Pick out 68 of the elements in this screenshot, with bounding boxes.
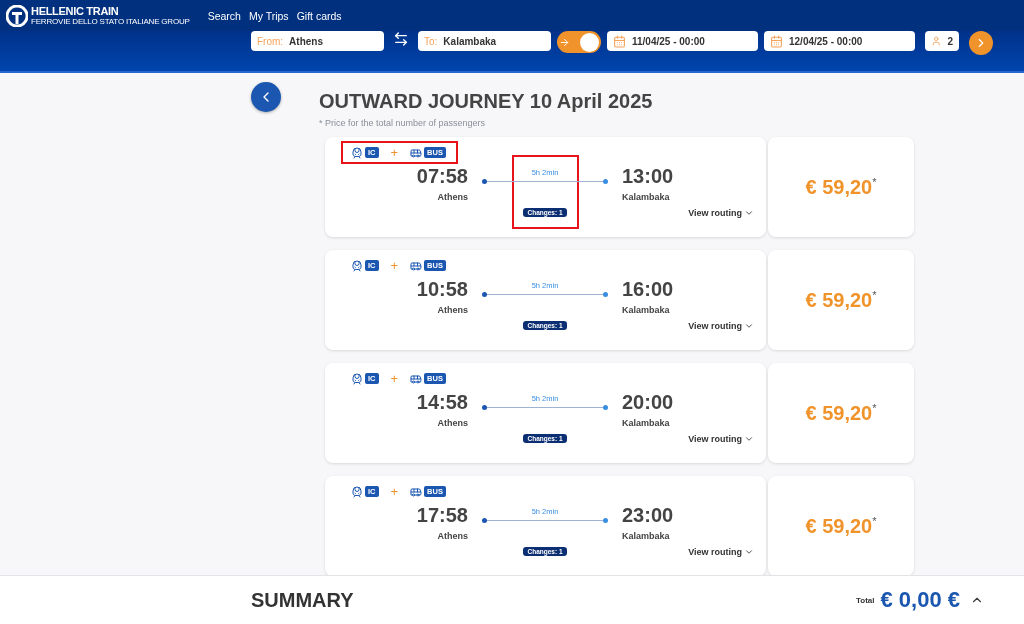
return-toggle[interactable] (557, 31, 601, 53)
arrival-station: Kalambaka (622, 305, 670, 315)
page-title: OUTWARD JOURNEY 10 April 2025 (319, 90, 654, 113)
to-field[interactable]: To: Kalambaka (418, 31, 551, 51)
bus-icon (410, 259, 423, 272)
arrival-station: Kalambaka (622, 418, 670, 428)
departure-station: Athens (437, 531, 468, 541)
price-note: * Price for the total number of passengers (319, 118, 487, 128)
nav-link[interactable]: My Trips (248, 9, 289, 22)
price-card[interactable]: € 59,20* (768, 137, 914, 237)
bus-icon (410, 146, 423, 159)
from-field[interactable]: From: Athens (251, 31, 384, 51)
calendar-icon (613, 34, 626, 48)
departure-time: 14:58 (416, 390, 468, 414)
summary-title: SUMMARY (251, 588, 355, 612)
logo-text: HELLENIC TRAIN (31, 5, 120, 17)
plus-sign: + (390, 258, 399, 273)
price: € 59,20* (805, 514, 877, 538)
calendar-icon (770, 34, 783, 48)
chevron-down-icon (744, 434, 754, 444)
arrow-right-icon (559, 36, 570, 48)
arrival-station: Kalambaka (622, 531, 670, 541)
departure-time: 17:58 (416, 503, 468, 527)
chevron-down-icon (744, 547, 754, 557)
train-icon (351, 485, 363, 498)
departure-station: Athens (437, 192, 468, 202)
train-icon (351, 259, 363, 272)
return-date-field[interactable]: 12/04/25 - 00:00 (764, 31, 915, 51)
price-card[interactable]: € 59,20* (768, 476, 914, 575)
price: € 59,20* (805, 288, 877, 312)
plus-sign: + (390, 371, 399, 386)
departure-station: Athens (437, 305, 468, 315)
plus-sign: + (390, 484, 399, 499)
swap-icon[interactable] (393, 31, 409, 47)
total-amount: € 0,00 € (880, 587, 960, 613)
view-routing-link[interactable]: View routing (688, 434, 754, 444)
person-icon (931, 35, 942, 47)
nav-link[interactable]: Search (207, 9, 241, 22)
back-button[interactable] (251, 82, 281, 112)
train-icon (351, 372, 363, 385)
price-card[interactable]: € 59,20* (768, 250, 914, 350)
price-card[interactable]: € 59,20* (768, 363, 914, 463)
arrival-station: Kalambaka (622, 192, 670, 202)
logo-subtitle: FERROVIE DELLO STATO ITALIANE GROUP (31, 17, 190, 26)
logo-icon (6, 4, 28, 27)
arrival-time: 16:00 (622, 277, 674, 301)
view-routing-link[interactable]: View routing (688, 547, 754, 557)
passengers-field[interactable]: 2 (925, 31, 959, 51)
departure-time: 10:58 (416, 277, 468, 301)
view-routing-link[interactable]: View routing (688, 208, 754, 218)
train-icon (351, 146, 363, 159)
outward-date-field[interactable]: 11/04/25 - 00:00 (607, 31, 758, 51)
bus-icon (410, 372, 423, 385)
arrival-time: 23:00 (622, 503, 674, 527)
nav-link[interactable]: Gift cards (296, 9, 342, 22)
arrival-time: 13:00 (622, 164, 674, 188)
arrival-time: 20:00 (622, 390, 674, 414)
price: € 59,20* (805, 175, 877, 199)
departure-time: 07:58 (416, 164, 468, 188)
departure-station: Athens (437, 418, 468, 428)
total-label: Total (855, 595, 875, 605)
plus-sign: + (390, 145, 399, 160)
chevron-down-icon (744, 321, 754, 331)
view-routing-link[interactable]: View routing (688, 321, 754, 331)
price: € 59,20* (805, 401, 877, 425)
search-button[interactable] (969, 31, 993, 55)
bus-icon (410, 485, 423, 498)
chevron-down-icon (744, 208, 754, 218)
